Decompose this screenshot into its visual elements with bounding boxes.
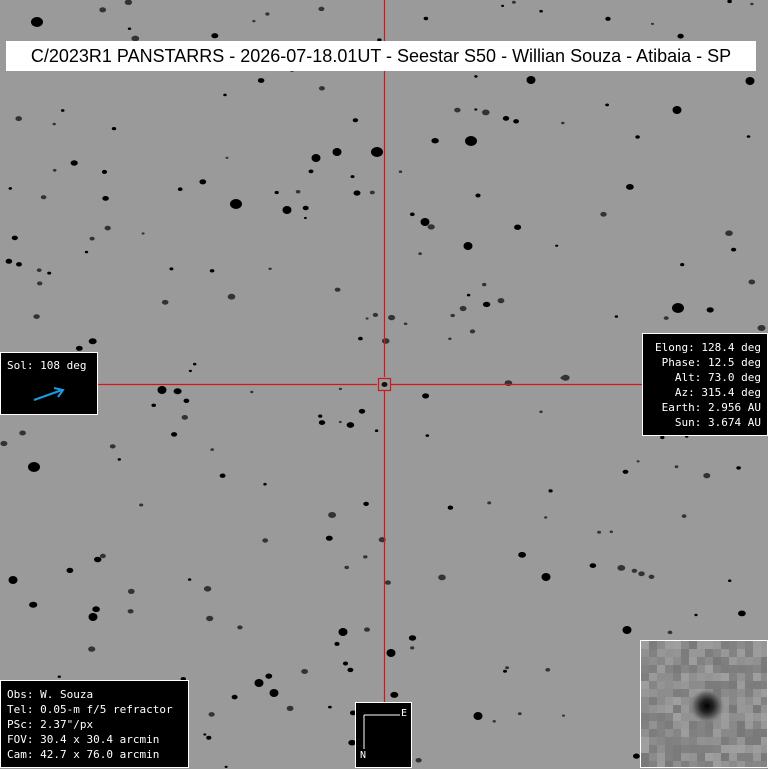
comet-coma — [689, 688, 725, 724]
sun-angle-label: Sol: 108 deg — [7, 359, 87, 372]
comet-zoom-inset — [640, 640, 768, 768]
image-title-banner: C/2023R1 PANSTARRS - 2026-07-18.01UT - S… — [6, 41, 756, 71]
compass-east-label: E — [401, 708, 408, 719]
stat-altitude: Alt: 73.0 deg — [674, 371, 761, 384]
field-of-view: FOV: 30.4 x 30.4 arcmin — [7, 733, 160, 746]
observation-info-panel: Obs: W. Souza Tel: 0.05-m f/5 refractor … — [0, 680, 189, 768]
stat-azimuth: Az: 315.4 deg — [674, 386, 761, 399]
stat-sun-distance: Sun: 3.674 AU — [674, 416, 761, 429]
pixel-scale: PSc: 2.37"/px — [7, 718, 94, 731]
stat-earth-distance: Earth: 2.956 AU — [661, 401, 761, 414]
telescope-info: Tel: 0.05-m f/5 refractor — [7, 703, 173, 716]
stat-elongation: Elong: 128.4 deg — [655, 341, 761, 354]
sun-direction-arrow-icon — [33, 387, 65, 401]
camera-field: Cam: 42.7 x 76.0 arcmin — [7, 748, 160, 761]
comet-nucleus — [381, 382, 388, 387]
stat-phase: Phase: 12.5 deg — [661, 356, 761, 369]
comet-zoom-image — [641, 641, 767, 767]
compass-north-label: N — [360, 750, 367, 761]
ephemeris-panel: Elong: 128.4 deg Phase: 12.5 deg Alt: 73… — [642, 333, 768, 436]
observer-name: Obs: W. Souza — [7, 688, 94, 701]
